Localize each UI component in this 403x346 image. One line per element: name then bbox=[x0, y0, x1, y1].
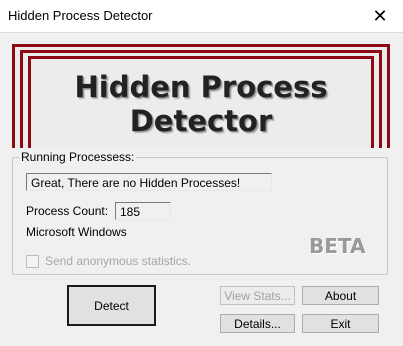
title-bar: Hidden Process Detector ✕ bbox=[0, 0, 403, 33]
send-stats-checkbox[interactable] bbox=[26, 254, 39, 268]
send-stats-label: Send anonymous statistics. bbox=[45, 254, 192, 268]
process-count-field[interactable]: 185 bbox=[115, 202, 171, 220]
exit-button[interactable]: Exit bbox=[302, 314, 379, 333]
process-count-label: Process Count: bbox=[26, 204, 109, 218]
status-field[interactable]: Great, There are no Hidden Processes! bbox=[26, 173, 272, 191]
banner: Hidden Process Detector bbox=[12, 44, 390, 148]
close-icon: ✕ bbox=[372, 5, 388, 26]
window-title: Hidden Process Detector bbox=[8, 8, 153, 23]
group-label: Running Processess: bbox=[19, 150, 137, 164]
close-button[interactable]: ✕ bbox=[357, 0, 403, 32]
details-button[interactable]: Details... bbox=[220, 314, 295, 333]
os-label: Microsoft Windows bbox=[26, 225, 127, 239]
view-stats-button[interactable]: View Stats... bbox=[220, 286, 295, 305]
banner-title: Hidden Process Detector bbox=[74, 70, 328, 138]
beta-label: BETA bbox=[309, 234, 366, 258]
detect-button[interactable]: Detect bbox=[67, 285, 156, 326]
about-button[interactable]: About bbox=[302, 286, 379, 305]
send-stats-option: Send anonymous statistics. bbox=[26, 254, 191, 268]
running-processes-group: Running Processess: Great, There are no … bbox=[12, 150, 388, 275]
